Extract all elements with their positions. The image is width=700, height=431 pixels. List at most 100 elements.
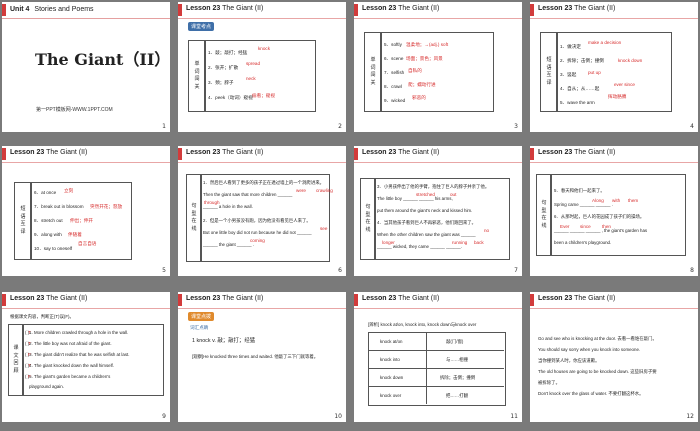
example-line-6: Don't knock over the glass of water. 不要打… xyxy=(538,391,644,396)
example-line-1: Go and see who is knocking at the door. … xyxy=(538,336,657,341)
phrase-answer-2: knock down xyxy=(618,58,643,63)
review-answer-3: F xyxy=(28,352,31,357)
vocab-line-5: 5．softly xyxy=(384,42,402,47)
vocab-answer-1: knock xyxy=(258,46,271,51)
slide-number: 11 xyxy=(510,413,518,420)
sentence-answer-then: then xyxy=(602,224,611,229)
sentence-answer-longer: longer xyxy=(382,240,395,245)
sentence-answer-out: out xyxy=(450,192,457,197)
phrase-answer-3: put up xyxy=(588,70,601,75)
slide-1-thumbnail[interactable]: Unit 4 Stories and Poems The Giant（II） 第… xyxy=(2,2,170,132)
example-line-5: 被拆除了。 xyxy=(538,380,560,385)
phrase-answer-4: ever since xyxy=(614,82,635,87)
slide-number: 1 xyxy=(162,123,166,130)
review-item-5b: playground again. xyxy=(29,384,64,389)
vocab-answer-2: spread xyxy=(246,61,261,66)
slide-9-thumbnail[interactable]: Lesson 23 The Giant (II) 根据课文内容，判断正(T)误(… xyxy=(2,292,170,422)
slide-10-thumbnail[interactable]: Lesson 23 The Giant (II) 课堂点拨 词汇点睛 1 kno… xyxy=(178,292,346,422)
sentence-answer-see: see xyxy=(320,226,328,231)
review-item-2: ( )2. The little boy was not afraid of t… xyxy=(25,341,112,346)
review-item-1: ( )1. More children crawled through a ho… xyxy=(25,330,129,335)
table-cell: 敲(门/窗) xyxy=(446,339,464,344)
slide-4-thumbnail[interactable]: Lesson 23 The Giant (II) 短 语 互 译 1．做决定 m… xyxy=(530,2,698,132)
phrase-line-9: 9．along with xyxy=(34,232,62,237)
table-row-line xyxy=(368,350,504,351)
slide-header: Lesson 23 The Giant (II) xyxy=(178,292,346,309)
review-answer-1: T xyxy=(28,330,31,335)
slide-header: Lesson 23 The Giant (II) xyxy=(2,146,170,163)
phrase-answer-6: 立刻 xyxy=(64,188,74,193)
slide-number: 12 xyxy=(686,413,694,420)
vocab-answer-3: neck xyxy=(246,76,256,81)
phrase-line-6: 6．at once xyxy=(34,190,57,195)
slide-number: 10 xyxy=(334,413,342,420)
slide-6-thumbnail[interactable]: Lesson 23 The Giant (II) 句 型 在 线 1．然后巨人看… xyxy=(178,146,346,276)
phrase-answer-8: 伸出；伸开 xyxy=(70,218,93,223)
slide-3-thumbnail[interactable]: Lesson 23 The Giant (II) 单 词 闯 关 5．softl… xyxy=(354,2,522,132)
vocab-line-6: 6．scene xyxy=(384,56,404,61)
sentence-en-3a: The little boy ______ ______ his arms, xyxy=(377,196,453,201)
phrase-line-7: 7．break out in blossom xyxy=(34,204,84,209)
sentence-answer-with: with xyxy=(612,198,621,203)
vocab-item: 1 knock v. 敲；敲打；经猛 xyxy=(192,338,256,344)
table-cell: knock down xyxy=(380,375,404,380)
sentence-answer-coming: coming xyxy=(250,238,265,243)
sentence-answer-stretched: stretched xyxy=(416,192,435,197)
sentence-answer-running: running xyxy=(452,240,468,245)
phrase-line-8: 8．stretch out xyxy=(34,218,63,223)
table-row-line xyxy=(368,368,504,369)
slide-header: Lesson 23 The Giant (II) xyxy=(354,146,522,163)
phrase-line-1: 1．做决定 xyxy=(560,44,581,49)
slide-header: Lesson 23 The Giant (II) xyxy=(530,146,698,163)
sentence-answer-since: since xyxy=(580,224,591,229)
slide-number: 6 xyxy=(338,267,342,274)
table-cell: 拆除；击倒；撞倒 xyxy=(440,375,476,380)
section-tag: 课堂考点 xyxy=(188,22,215,31)
slide-8-thumbnail[interactable]: Lesson 23 The Giant (II) 句 型 在 线 5．春天和他们… xyxy=(530,146,698,276)
review-item-5: ( )5. The giant's garden became a childr… xyxy=(25,374,111,379)
slide-7-thumbnail[interactable]: Lesson 23 The Giant (II) 句 型 在 线 3．小男孩伸出… xyxy=(354,146,522,276)
sentence-zh-5: 5．春天和他们一起来了。 xyxy=(554,188,605,193)
slide-12-thumbnail[interactable]: Lesson 23 The Giant (II) Go and see who … xyxy=(530,292,698,422)
example-line-3: 当你撞到某人时，你应该道歉。 xyxy=(538,358,600,363)
sentence-answer-were: were xyxy=(296,188,306,193)
sentence-en-2b: ______ the giant ______ . xyxy=(203,242,255,247)
sentence-en-6b: been a children's playground. xyxy=(554,240,612,245)
slide-5-thumbnail[interactable]: Lesson 23 The Giant (II) 短 语 互 译 6．at on… xyxy=(2,146,170,276)
table-row-line xyxy=(368,386,504,387)
vocab-answer-4: 偷看；窥视 xyxy=(252,93,275,98)
slide-header: Lesson 23 The Giant (II) xyxy=(530,292,698,309)
section-tag: 课堂点拨 xyxy=(188,312,215,321)
slide-header: Lesson 23 The Giant (II) xyxy=(2,292,170,309)
sentence-en-1a: Then the giant saw that more children __… xyxy=(203,192,293,197)
distinction-intro: [辨析] knock at/on, knock into, knock down… xyxy=(368,322,477,327)
vocab-line-2: 2．张开；扩散 xyxy=(208,65,239,70)
example-quote: [观察]He knocked three times and waited. 他… xyxy=(192,354,319,359)
slide-11-thumbnail[interactable]: Lesson 23 The Giant (II) [辨析] knock at/o… xyxy=(354,292,522,422)
phrase-answer-1: make a decision xyxy=(588,40,622,45)
sentence-zh-3: 3．小男孩伸出了他的手臂，抱住了巨人的脖子并亲了他。 xyxy=(377,184,490,189)
sentence-answer-back: back xyxy=(474,240,484,245)
review-answer-2: T xyxy=(28,341,31,346)
table-cell: knock over xyxy=(380,393,402,398)
review-item-3: ( )3. The giant didn't realize that he w… xyxy=(25,352,130,357)
sentence-answer-them: them xyxy=(628,198,639,203)
slide-2-thumbnail[interactable]: Lesson 23 The Giant (II) 课堂考点 单 词 闯 关 1．… xyxy=(178,2,346,132)
subsection-title: 词汇点睛 xyxy=(190,325,209,330)
example-line-4: The old houses are going to be knocked d… xyxy=(538,369,657,374)
example-line-2: You should say sorry when you knock into… xyxy=(538,347,641,352)
slide-header: Lesson 23 The Giant (II) xyxy=(354,2,522,19)
vocab-answer-8: 爬；蠕动行进 xyxy=(408,82,436,87)
table-cell: 把……打翻 xyxy=(446,393,468,398)
sentence-en-4a: When the other children saw the giant wa… xyxy=(377,232,476,237)
vocab-answer-6: 场面；景色；风景 xyxy=(406,56,443,61)
vocab-answer-9: 邪恶的 xyxy=(412,95,426,100)
sentence-zh-6: 6．从那时起，巨人的花园成了孩子们的操场。 xyxy=(554,214,645,219)
review-intro: 根据课文内容，判断正(T)误(F)。 xyxy=(10,314,74,319)
phrase-answer-5: 挥动胳膊 xyxy=(608,94,627,99)
slide-number: 8 xyxy=(690,267,694,274)
vocab-line-7: 7．selfish xyxy=(384,70,405,75)
slide-header: Lesson 23 The Giant (II) xyxy=(178,146,346,163)
sentence-zh-4: 4．当其他孩子看到巨人不再邪恶，他们跑回来了。 xyxy=(377,220,477,225)
phrase-line-2: 2．拆除；击倒；撞倒 xyxy=(560,58,604,63)
